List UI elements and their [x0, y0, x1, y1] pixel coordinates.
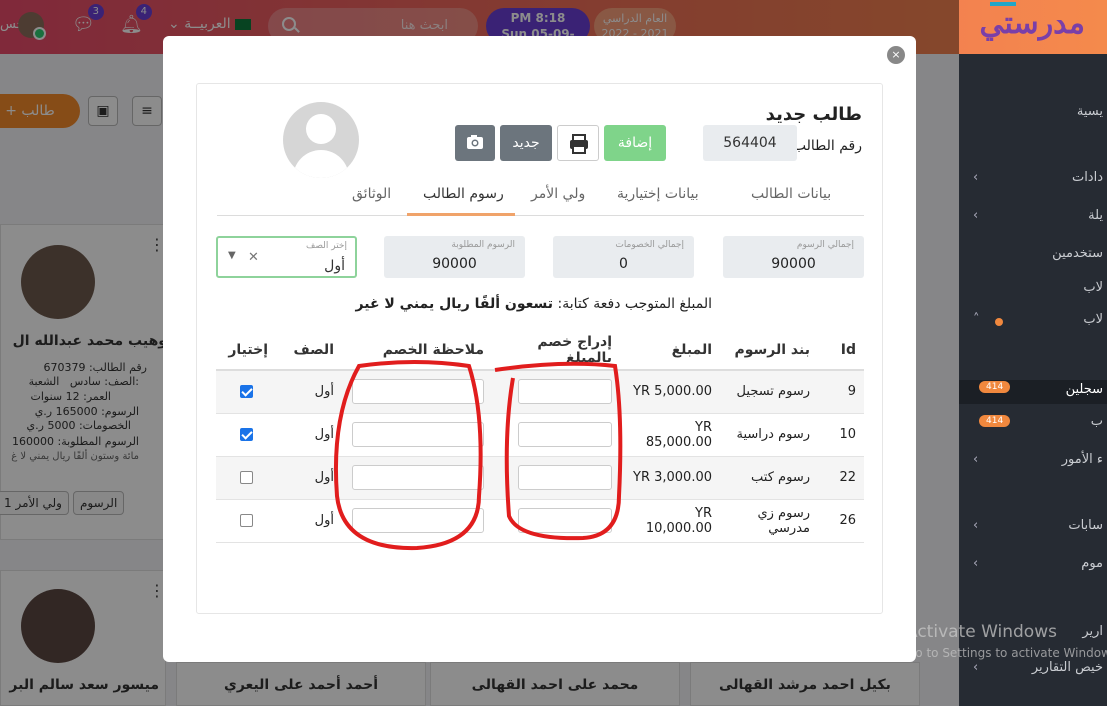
chevron-left-icon: ‹: [973, 452, 979, 467]
chevron-left-icon: ‹: [973, 556, 979, 571]
new-student-modal: × طالب جديد رقم الطالب 564404 إضافة جديد…: [163, 36, 916, 662]
chevron-left-icon: ‹: [973, 660, 979, 675]
chevron-left-icon: ‹: [973, 208, 979, 223]
sidebar-item-school[interactable]: ‹ يلة: [959, 208, 1107, 228]
sidebar-item-users[interactable]: ستخدمين: [959, 246, 1107, 266]
status-dot: [995, 318, 1003, 326]
annotation-note-column: [333, 360, 483, 551]
sidebar-item-settings[interactable]: ‹ دادات: [959, 170, 1107, 190]
windows-watermark-sub: Go to Settings to activate Windows: [906, 646, 1107, 660]
sidebar-item-fees[interactable]: ‹ موم: [959, 556, 1107, 576]
chevron-left-icon: ‹: [973, 518, 979, 533]
annotation-discount-column: [494, 361, 623, 541]
sidebar-item-home[interactable]: يسية: [959, 104, 1107, 124]
sidebar-item-students[interactable]: ˄ لاب: [959, 312, 1107, 332]
sidebar: يسية ‹ دادات ‹ يلة ستخدمين لاب ˄ لاب 414 سجل…: [959, 54, 1107, 706]
chevron-up-icon: ˄: [973, 312, 980, 327]
sidebar-item-registered[interactable]: 414 سجلين: [959, 380, 1107, 404]
sidebar-item-guardians[interactable]: ‹ ء الأمور: [959, 452, 1107, 472]
red-annotation-marks: [333, 360, 623, 551]
sidebar-item-b[interactable]: 414 ب: [959, 414, 1107, 434]
sidebar-item-report-summary[interactable]: ‹ خيص التقارير: [959, 660, 1107, 680]
windows-watermark: Activate Windows: [906, 622, 1057, 642]
chevron-left-icon: ‹: [973, 170, 979, 185]
app-logo[interactable]: مدرستي: [980, 2, 1085, 41]
sidebar-item-accounts[interactable]: ‹ سابات: [959, 518, 1107, 538]
sidebar-item-students-a[interactable]: لاب: [959, 280, 1107, 300]
